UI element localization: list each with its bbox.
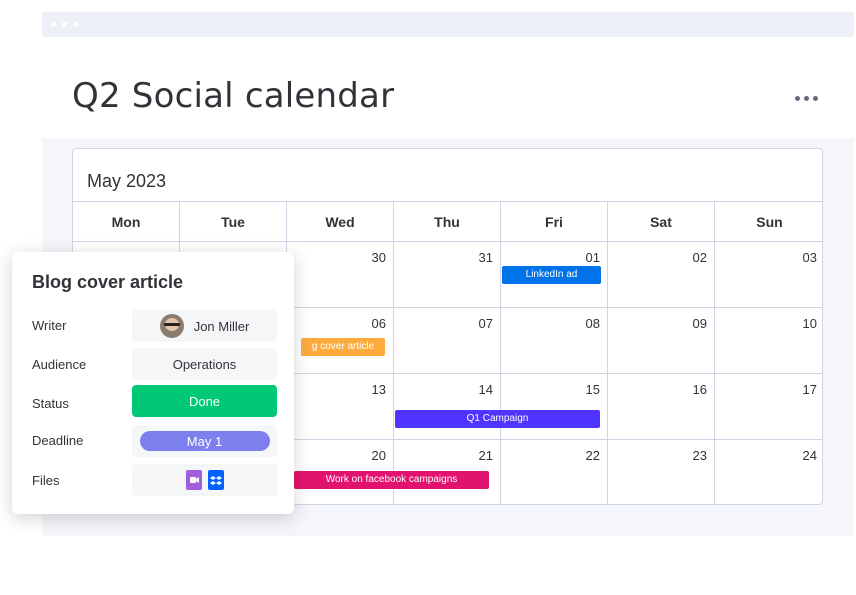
day-number: 07 (478, 316, 493, 331)
deadline-label: Deadline (32, 433, 84, 448)
status-field[interactable]: Done (132, 385, 277, 417)
audience-label: Audience (32, 357, 87, 372)
files-field[interactable] (132, 464, 277, 496)
calendar-day-cell[interactable]: 02 (608, 242, 715, 307)
writer-field[interactable]: Jon Miller (132, 310, 277, 342)
window-dot-icon (62, 22, 67, 27)
day-number: 01 (585, 250, 600, 265)
browser-bar (42, 12, 854, 37)
window-dot-icon (51, 22, 56, 27)
event-q1-campaign[interactable]: Q1 Campaign (395, 410, 600, 428)
calendar-day-cell[interactable]: 08 (501, 308, 608, 373)
calendar-day-cell[interactable]: 30 (287, 242, 394, 307)
day-number: 02 (692, 250, 707, 265)
day-number: 14 (478, 382, 493, 397)
weekday-fri: Fri (501, 202, 608, 242)
calendar-day-cell[interactable]: 23 (608, 440, 715, 504)
month-label: May 2023 (87, 171, 167, 191)
day-number: 17 (802, 382, 817, 397)
calendar-day-cell[interactable]: 22 (501, 440, 608, 504)
day-number: 03 (802, 250, 817, 265)
day-number: 31 (478, 250, 493, 265)
calendar-day-cell[interactable]: 14 (394, 374, 501, 439)
day-number: 23 (692, 448, 707, 463)
day-number: 08 (585, 316, 600, 331)
weekday-mon: Mon (73, 202, 180, 242)
audience-value: Operations (172, 356, 237, 372)
item-detail-card: Blog cover article Writer Jon Miller Aud… (12, 252, 294, 514)
window-dot-icon (73, 22, 78, 27)
calendar-day-cell[interactable]: 10 (715, 308, 822, 373)
card-title: Blog cover article (32, 272, 184, 292)
day-number: 10 (802, 316, 817, 331)
calendar-day-cell[interactable]: 17 (715, 374, 822, 439)
calendar-day-cell[interactable]: 31 (394, 242, 501, 307)
day-number: 20 (371, 448, 386, 463)
weekday-sat: Sat (608, 202, 715, 242)
weekday-sun: Sun (756, 214, 783, 230)
day-number: 21 (478, 448, 493, 463)
calendar-day-cell[interactable]: 24 (715, 440, 822, 504)
more-horizontal-icon[interactable] (795, 96, 821, 102)
audience-field[interactable]: Operations (132, 348, 277, 380)
page-title: Q2 Social calendar (72, 76, 395, 116)
weekday-wed: Wed (287, 202, 394, 242)
calendar-day-cell[interactable]: 16 (608, 374, 715, 439)
event-work-on-facebook-campaigns[interactable]: Work on facebook campaigns (294, 471, 489, 489)
video-file-icon[interactable] (185, 470, 202, 490)
day-number: 22 (585, 448, 600, 463)
day-number: 09 (692, 316, 707, 331)
weekday-tue: Tue (180, 202, 287, 242)
calendar-day-cell[interactable]: 03 (715, 242, 822, 307)
status-value: Done (188, 393, 221, 409)
event-linkedin-ad[interactable]: LinkedIn ad (502, 266, 601, 284)
files-label: Files (32, 473, 60, 488)
day-number: 16 (692, 382, 707, 397)
calendar-header: May 2023 (73, 149, 822, 202)
day-number: 24 (802, 448, 817, 463)
calendar-day-cell[interactable]: 09 (608, 308, 715, 373)
calendar-day-cell[interactable]: 07 (394, 308, 501, 373)
app-screen: Q2 Social calendar May 2023 Mon Tue Wed Thu… (0, 0, 856, 595)
weekday-thu: Thu (394, 202, 501, 242)
writer-name: Jon Miller (193, 318, 250, 334)
dropbox-file-icon[interactable] (207, 470, 224, 490)
day-number: 06 (371, 316, 386, 331)
writer-label: Writer (32, 318, 67, 333)
day-number: 30 (371, 250, 386, 265)
day-number: 15 (585, 382, 600, 397)
deadline-pill: May 1 (139, 431, 270, 451)
weekday-header-row: Mon Tue Wed Thu Fri Sat Sun (73, 202, 822, 242)
calendar-day-cell[interactable]: 13 (287, 374, 394, 439)
calendar-day-cell[interactable]: 15 (501, 374, 608, 439)
event-blog-cover-article[interactable]: g cover article (301, 338, 385, 356)
status-label: Status (32, 396, 69, 411)
day-number: 13 (371, 382, 386, 397)
deadline-field[interactable]: May 1 (132, 425, 277, 457)
avatar (159, 314, 184, 338)
